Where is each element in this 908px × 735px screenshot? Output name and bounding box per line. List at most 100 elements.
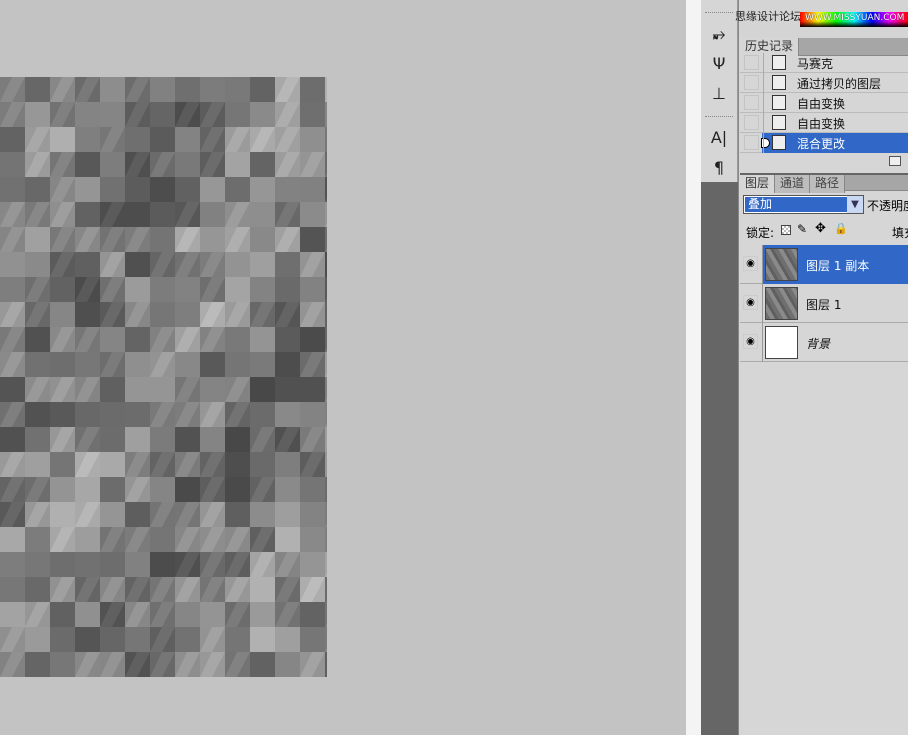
mosaic-cell xyxy=(300,127,325,152)
mosaic-cell xyxy=(175,127,200,152)
mosaic-cell xyxy=(250,102,275,127)
mosaic-cell xyxy=(25,527,50,552)
layer-row[interactable]: ◉ 图层 1 xyxy=(740,284,908,323)
mosaic-cell xyxy=(100,377,125,402)
history-item[interactable]: 自由变换 xyxy=(740,113,908,133)
document-image-mosaic[interactable] xyxy=(0,77,327,677)
lock-all-icon[interactable]: 🔒 xyxy=(834,222,848,235)
mosaic-cell xyxy=(200,377,225,402)
mosaic-cell xyxy=(175,302,200,327)
grip[interactable] xyxy=(705,116,733,117)
mosaic-cell xyxy=(300,402,325,427)
panel-menu-icon[interactable] xyxy=(889,156,901,166)
mosaic-cell xyxy=(25,252,50,277)
mosaic-cell xyxy=(175,152,200,177)
mosaic-cell xyxy=(100,477,125,502)
mosaic-cell xyxy=(275,402,300,427)
tab-channels[interactable]: 通道 xyxy=(775,175,811,193)
eye-icon[interactable]: ◉ xyxy=(743,256,758,271)
mosaic-cell xyxy=(300,202,325,227)
canvas-area[interactable] xyxy=(0,0,686,735)
snapshot-source-checkbox[interactable] xyxy=(744,55,759,70)
mosaic-cell xyxy=(225,502,250,527)
grip[interactable] xyxy=(705,12,733,13)
eye-icon[interactable]: ◉ xyxy=(743,295,758,310)
history-item[interactable]: 混合更改 xyxy=(740,133,908,153)
tab-layers[interactable]: 图层 xyxy=(740,175,776,193)
divider xyxy=(686,0,701,735)
history-item[interactable]: 自由变换 xyxy=(740,93,908,113)
brush-preset-icon[interactable]: Ψ xyxy=(701,54,737,73)
layer-thumbnail xyxy=(765,248,798,281)
mosaic-cell xyxy=(75,302,100,327)
layer-row[interactable]: ◉ 图层 1 副本 xyxy=(740,245,908,284)
mosaic-cell xyxy=(325,477,327,502)
mosaic-cell xyxy=(150,227,175,252)
mosaic-cell xyxy=(225,177,250,202)
mosaic-cell xyxy=(250,202,275,227)
mosaic-cell xyxy=(250,652,275,677)
mosaic-cell xyxy=(125,327,150,352)
mosaic-cell xyxy=(300,177,325,202)
mosaic-cell xyxy=(150,127,175,152)
mosaic-cell xyxy=(25,102,50,127)
history-state-icon xyxy=(772,95,786,110)
mosaic-cell xyxy=(50,277,75,302)
mosaic-cell xyxy=(0,152,25,177)
divider xyxy=(762,284,763,323)
mosaic-cell xyxy=(225,77,250,102)
mosaic-cell xyxy=(50,352,75,377)
snapshot-source-checkbox[interactable] xyxy=(744,95,759,110)
history-item[interactable]: 通过拷贝的图层 xyxy=(740,73,908,93)
mosaic-cell xyxy=(250,627,275,652)
mosaic-cell xyxy=(50,502,75,527)
mosaic-cell xyxy=(325,402,327,427)
lock-transparency-icon[interactable] xyxy=(781,225,791,235)
fill-label: 填充 xyxy=(892,226,908,240)
layers-tabbar: 图层 通道 路径 xyxy=(740,173,908,193)
mosaic-cell xyxy=(225,277,250,302)
chevron-down-icon[interactable]: ▼ xyxy=(847,196,863,213)
mosaic-cell xyxy=(250,352,275,377)
mosaic-cell xyxy=(325,577,327,602)
history-state-icon xyxy=(772,75,786,90)
lock-brush-icon[interactable]: ✎ xyxy=(797,222,807,236)
mosaic-cell xyxy=(300,327,325,352)
mosaic-cell xyxy=(50,552,75,577)
mosaic-cell xyxy=(250,602,275,627)
mosaic-cell xyxy=(100,427,125,452)
lock-move-icon[interactable]: ✥ xyxy=(815,221,826,236)
snapshot-source-checkbox[interactable] xyxy=(744,135,759,150)
mosaic-cell xyxy=(250,452,275,477)
mosaic-cell xyxy=(275,327,300,352)
mosaic-cell xyxy=(175,477,200,502)
mosaic-cell xyxy=(200,202,225,227)
mosaic-cell xyxy=(25,652,50,677)
paragraph-icon[interactable]: ¶ xyxy=(701,158,737,177)
eye-icon[interactable]: ◉ xyxy=(743,334,758,349)
smudge-icon[interactable]: ⥵ xyxy=(701,24,737,44)
tab-paths[interactable]: 路径 xyxy=(810,175,846,193)
mosaic-cell xyxy=(125,502,150,527)
mosaic-cell xyxy=(50,477,75,502)
mosaic-cell xyxy=(125,202,150,227)
history-item[interactable]: 马赛克 xyxy=(740,53,908,73)
clone-source-icon[interactable]: ⊥ xyxy=(701,84,737,103)
mosaic-cell xyxy=(325,602,327,627)
snapshot-source-checkbox[interactable] xyxy=(744,75,759,90)
blend-mode-select[interactable]: 叠加 ▼ xyxy=(743,195,864,214)
mosaic-cell xyxy=(225,427,250,452)
character-icon[interactable]: A| xyxy=(701,128,737,147)
lock-label: 锁定: xyxy=(746,226,775,240)
mosaic-cell xyxy=(50,127,75,152)
mosaic-cell xyxy=(75,152,100,177)
mosaic-cell xyxy=(200,352,225,377)
snapshot-source-checkbox[interactable] xyxy=(744,115,759,130)
mosaic-cell xyxy=(200,602,225,627)
mosaic-cell xyxy=(25,552,50,577)
mosaic-cell xyxy=(200,427,225,452)
layer-row[interactable]: ◉ 背景 xyxy=(740,323,908,362)
mosaic-cell xyxy=(150,552,175,577)
mosaic-cell xyxy=(300,227,325,252)
divider xyxy=(763,53,764,73)
